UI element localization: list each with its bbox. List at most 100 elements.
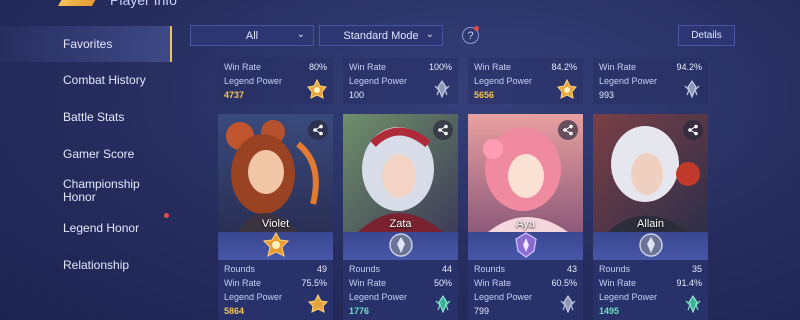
silver-legend-emblem-icon	[560, 295, 576, 314]
sidebar-item-label: Favorites	[63, 36, 113, 51]
silver-rank-emblem-icon	[639, 233, 663, 257]
sidebar-item-battle-stats[interactable]: Battle Stats	[0, 99, 172, 135]
win-rate-label: Win Rate	[599, 62, 637, 72]
win-rate-value: 80%	[308, 62, 327, 72]
hero-card-allain[interactable]: Allain Rounds 35 Win Rate 91.4% Legend P…	[593, 114, 708, 320]
legend-power-label: Legend Power	[224, 292, 283, 302]
win-rate-value: 91.4%	[676, 278, 702, 288]
sidebar-item-legend-honor[interactable]: Legend Honor	[0, 210, 172, 246]
legend-power-label: Legend Power	[349, 76, 408, 86]
share-icon	[313, 124, 323, 136]
legend-power-value: 1495	[599, 306, 620, 316]
legend-power-value: 5864	[224, 306, 245, 316]
legend-power-label: Legend Power	[349, 292, 408, 302]
notification-dot	[164, 213, 169, 218]
share-icon	[563, 124, 573, 136]
rounds-label: Rounds	[474, 264, 506, 274]
win-rate-value: 50%	[433, 278, 452, 288]
gold-legend-emblem-icon	[308, 294, 328, 313]
favorite-stat-box: Win Rate 100% Legend Power 100	[343, 58, 458, 104]
gold-rank-emblem-icon	[262, 231, 290, 257]
win-rate-label: Win Rate	[599, 278, 637, 288]
dropdown-value: Standard Mode	[343, 29, 419, 42]
share-button[interactable]	[558, 120, 578, 140]
sidebar-item-label: Combat History	[63, 72, 146, 87]
page-title: Player Info	[110, 0, 177, 8]
dropdown-value: All	[245, 29, 259, 42]
win-rate-value: 75.5%	[301, 278, 327, 288]
hero-card-violet[interactable]: Violet Rounds 49 Win Rate 75.5% Legend P…	[218, 114, 333, 320]
legend-power-value: 4737	[224, 90, 245, 100]
share-button[interactable]	[683, 120, 703, 140]
share-icon	[438, 124, 448, 136]
legend-power-label: Legend Power	[224, 76, 283, 86]
teal-legend-emblem-icon	[435, 295, 451, 314]
legend-power-value: 5656	[474, 90, 495, 100]
favorite-stat-box: Win Rate 80% Legend Power 4737	[218, 58, 333, 104]
top-bar: Player Info	[0, 0, 800, 10]
legend-power-label: Legend Power	[474, 292, 533, 302]
hero-name: Violet	[261, 218, 290, 230]
favorite-stat-box: Win Rate 84.2% Legend Power 5656	[468, 58, 583, 104]
legend-power-label: Legend Power	[599, 76, 658, 86]
rounds-value: 49	[316, 264, 327, 274]
rounds-value: 43	[566, 264, 577, 274]
help-icon: ?	[467, 29, 474, 42]
hero-card-zata[interactable]: Zata Rounds 44 Win Rate 50% Legend Power…	[343, 114, 458, 320]
sidebar-item-label: Battle Stats	[63, 109, 125, 124]
silver-legend-emblem-icon	[684, 80, 700, 99]
legend-power-label: Legend Power	[599, 292, 658, 302]
sidebar: Favorites Combat History Battle Stats Ga…	[0, 24, 172, 320]
rounds-value: 35	[691, 264, 702, 274]
filter-all-dropdown[interactable]: All ⌄	[190, 25, 314, 46]
win-rate-label: Win Rate	[349, 278, 387, 288]
favorite-stat-box: Win Rate 94.2% Legend Power 993	[593, 58, 708, 104]
hero-name: Aya	[516, 218, 535, 230]
legend-power-value: 1776	[349, 306, 370, 316]
win-rate-label: Win Rate	[224, 278, 262, 288]
chevron-down-icon: ⌄	[425, 29, 434, 40]
details-label: Details	[691, 30, 722, 41]
hero-name: Allain	[637, 218, 664, 230]
teal-legend-emblem-icon	[685, 295, 701, 314]
win-rate-value: 60.5%	[551, 278, 577, 288]
purple-rank-emblem-icon	[515, 232, 537, 258]
sidebar-item-favorites[interactable]: Favorites	[0, 26, 172, 62]
share-icon	[688, 124, 698, 136]
sidebar-item-championship-honor[interactable]: Championship Honor	[0, 173, 172, 209]
sidebar-item-gamer-score[interactable]: Gamer Score	[0, 136, 172, 172]
rounds-label: Rounds	[224, 264, 256, 274]
share-button[interactable]	[308, 120, 328, 140]
win-rate-value: 84.2%	[551, 62, 577, 72]
sidebar-item-label: Championship Honor	[63, 177, 140, 204]
sidebar-item-combat-history[interactable]: Combat History	[0, 62, 172, 98]
win-rate-label: Win Rate	[224, 62, 262, 72]
gold-legend-emblem-icon	[307, 78, 327, 99]
notification-dot	[474, 26, 479, 31]
hero-card-aya[interactable]: Aya Rounds 43 Win Rate 60.5% Legend Powe…	[468, 114, 583, 320]
win-rate-value: 94.2%	[676, 62, 702, 72]
silver-rank-emblem-icon	[389, 233, 413, 257]
legend-power-value: 100	[349, 90, 365, 100]
legend-power-value: 993	[599, 90, 615, 100]
win-rate-label: Win Rate	[474, 278, 512, 288]
sidebar-item-relationship[interactable]: Relationship	[0, 247, 172, 283]
rounds-label: Rounds	[599, 264, 631, 274]
win-rate-value: 100%	[428, 62, 452, 72]
details-button[interactable]: Details	[678, 25, 735, 46]
gold-legend-emblem-icon	[557, 78, 577, 99]
mode-dropdown[interactable]: Standard Mode ⌄	[319, 25, 443, 46]
hero-name: Zata	[389, 218, 412, 230]
sidebar-item-label: Relationship	[63, 257, 130, 272]
silver-legend-emblem-icon	[434, 80, 450, 99]
sidebar-item-label: Legend Honor	[63, 220, 140, 235]
share-button[interactable]	[433, 120, 453, 140]
legend-power-value: 799	[474, 306, 490, 316]
win-rate-label: Win Rate	[349, 62, 387, 72]
logo-icon	[57, 0, 101, 6]
sidebar-item-label: Gamer Score	[63, 146, 135, 161]
legend-power-label: Legend Power	[474, 76, 533, 86]
chevron-down-icon: ⌄	[296, 29, 305, 40]
win-rate-label: Win Rate	[474, 62, 512, 72]
rounds-label: Rounds	[349, 264, 381, 274]
